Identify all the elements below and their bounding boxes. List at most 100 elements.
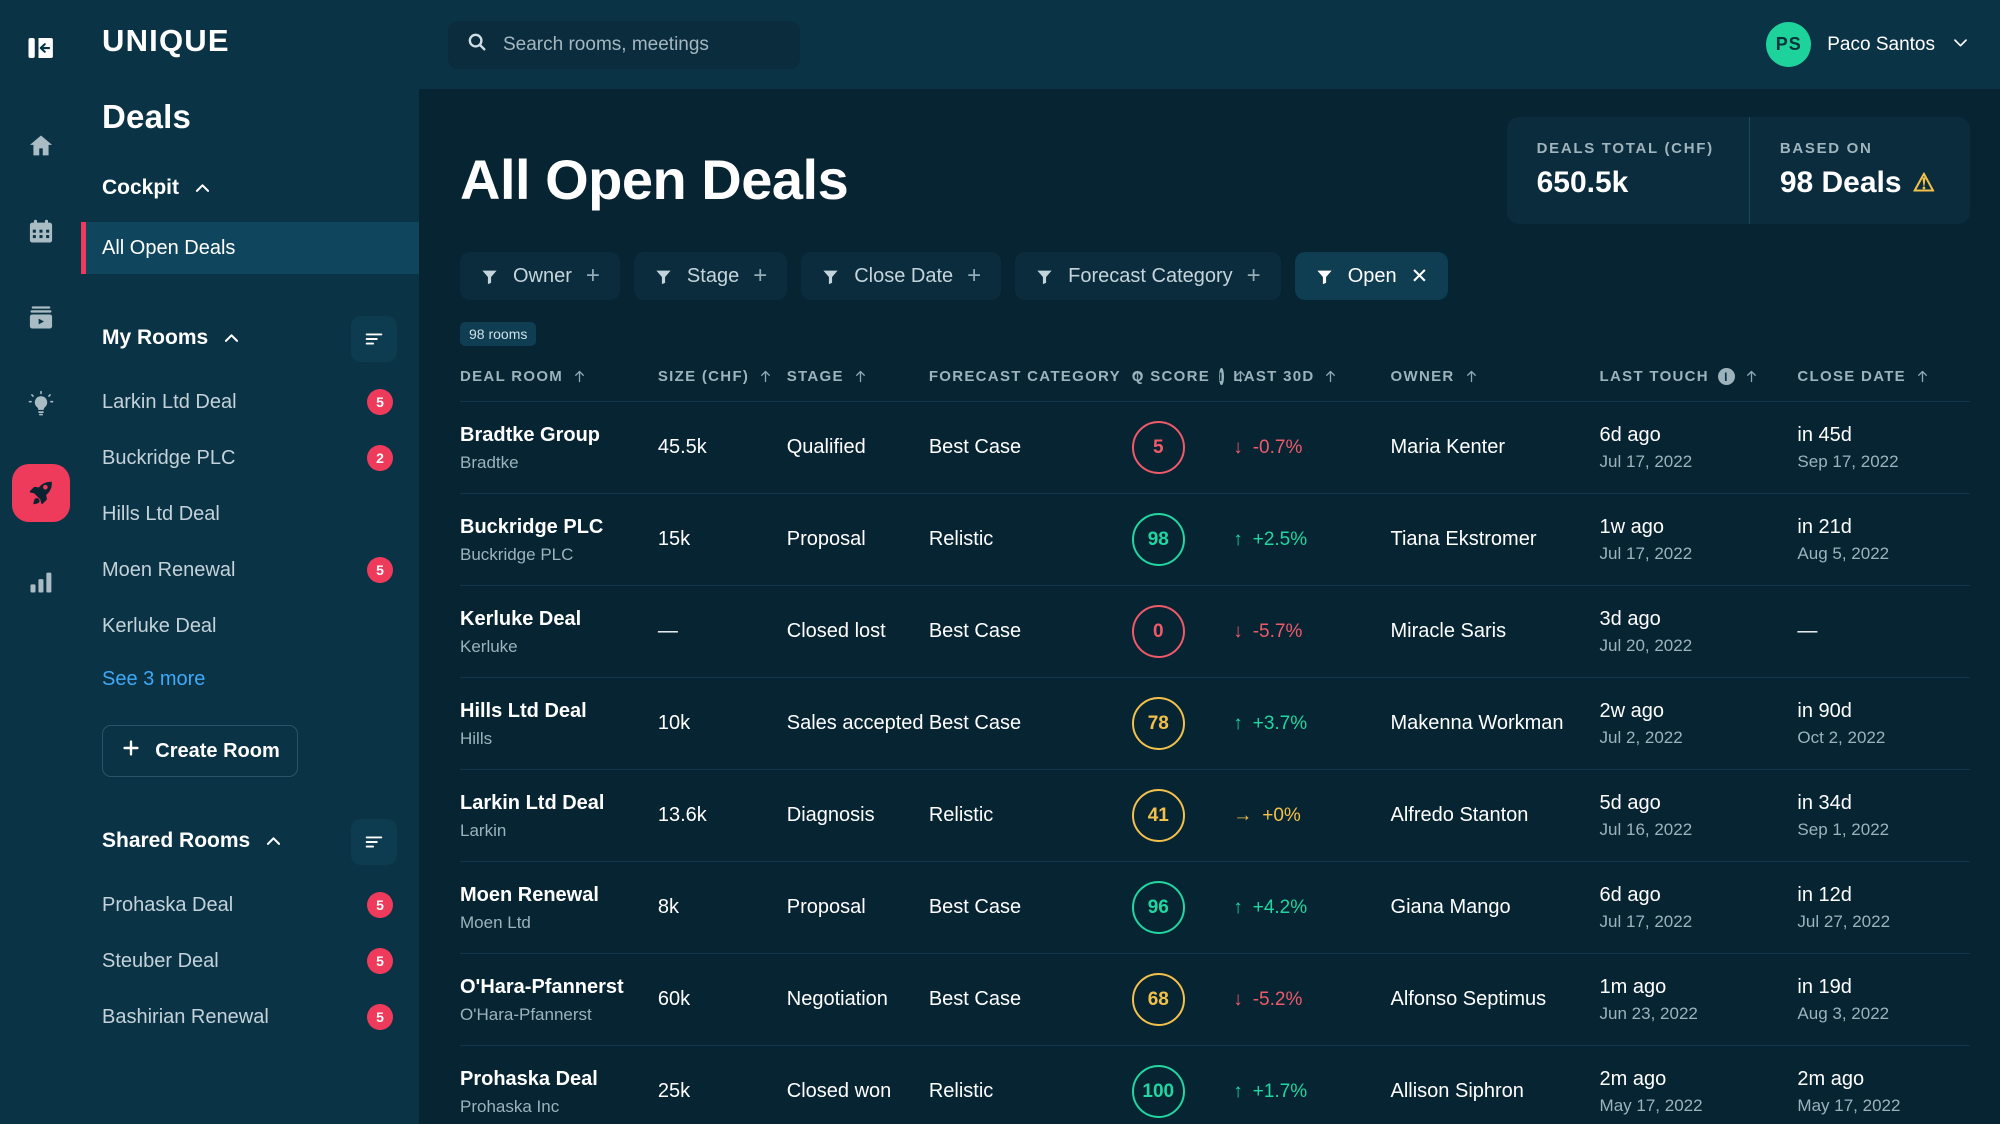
- plus-icon[interactable]: +: [1247, 264, 1261, 288]
- table-row[interactable]: Kerluke DealKerluke—Closed lostBest Case…: [460, 586, 1970, 678]
- column-header-deal-room[interactable]: DEAL ROOM: [460, 358, 658, 402]
- table-row[interactable]: Prohaska DealProhaska Inc25kClosed wonRe…: [460, 1046, 1970, 1124]
- unread-badge: 5: [367, 948, 393, 974]
- column-header-stage[interactable]: STAGE: [787, 358, 929, 402]
- sort-arrow-icon[interactable]: [758, 369, 773, 384]
- cell-owner: Giana Mango: [1391, 862, 1600, 954]
- filter-chip-forecast-category[interactable]: Forecast Category+: [1015, 252, 1281, 300]
- last-touch-date: Jul 16, 2022: [1600, 820, 1798, 840]
- sidebar-item-all-open-deals[interactable]: All Open Deals: [81, 222, 419, 274]
- shared-room-item[interactable]: Steuber Deal5: [81, 933, 419, 989]
- cell-last-30d: →+0%: [1233, 770, 1390, 862]
- close-icon[interactable]: ✕: [1411, 266, 1429, 287]
- see-more-rooms-link[interactable]: See 3 more: [81, 654, 419, 691]
- filter-chip-stage[interactable]: Stage+: [634, 252, 787, 300]
- last-touch-relative: 1w ago: [1600, 516, 1798, 539]
- table-row[interactable]: Bradtke GroupBradtke45.5kQualifiedBest C…: [460, 402, 1970, 494]
- table-row[interactable]: Larkin Ltd DealLarkin13.6kDiagnosisRelis…: [460, 770, 1970, 862]
- table-row[interactable]: Moen RenewalMoen Ltd8kProposalBest Case9…: [460, 862, 1970, 954]
- close-date-relative: —: [1797, 620, 1970, 643]
- last-touch-relative: 6d ago: [1600, 884, 1798, 907]
- cell-deal-room: Buckridge PLCBuckridge PLC: [460, 494, 658, 586]
- sort-arrow-icon[interactable]: [1744, 369, 1759, 384]
- column-header-close-date[interactable]: CLOSE DATE: [1797, 358, 1970, 402]
- insights-lightbulb-icon[interactable]: [15, 378, 67, 430]
- cell-last-30d: ↓-0.7%: [1233, 402, 1390, 494]
- trend-down-arrow-icon: ↓: [1233, 621, 1243, 643]
- my-room-item[interactable]: Kerluke Deal: [81, 598, 419, 654]
- filter-chip-open[interactable]: Open✕: [1295, 252, 1449, 300]
- column-header-q-score[interactable]: Q SCOREi: [1132, 358, 1233, 402]
- plus-icon[interactable]: +: [753, 264, 767, 288]
- collapse-panel-icon[interactable]: [15, 22, 67, 74]
- trend-indicator: ↓-5.2%: [1233, 989, 1390, 1011]
- deal-room-name: O'Hara-Pfannerst: [460, 975, 658, 1000]
- home-icon[interactable]: [15, 120, 67, 172]
- unread-badge: 5: [367, 389, 393, 415]
- my-room-item[interactable]: Moen Renewal5: [81, 542, 419, 598]
- sort-arrow-icon[interactable]: [1464, 369, 1479, 384]
- sort-arrow-icon[interactable]: [572, 369, 587, 384]
- unread-badge: 5: [367, 557, 393, 583]
- filter-chip-close-date[interactable]: Close Date+: [801, 252, 1001, 300]
- my-room-item[interactable]: Hills Ltd Deal: [81, 486, 419, 542]
- deals-table: DEAL ROOMSIZE (CHF)STAGEFORECAST CATEGOR…: [460, 358, 1970, 1124]
- room-label: Prohaska Deal: [102, 894, 367, 917]
- cell-close-date: in 19dAug 3, 2022: [1797, 954, 1970, 1046]
- search-input[interactable]: Search rooms, meetings: [448, 21, 800, 69]
- cockpit-section-header[interactable]: Cockpit: [81, 136, 419, 200]
- deal-forecast-category: Relistic: [929, 1080, 1132, 1103]
- table-row[interactable]: O'Hara-PfannerstO'Hara-Pfannerst60kNegot…: [460, 954, 1970, 1046]
- shared-room-item[interactable]: Prohaska Deal5: [81, 877, 419, 933]
- brand-logo: UNIQUE: [81, 0, 419, 56]
- close-date-relative: in 19d: [1797, 976, 1970, 999]
- plus-icon[interactable]: +: [586, 264, 600, 288]
- column-header-label: FORECAST CATEGORY: [929, 368, 1121, 385]
- cell-q-score: 41: [1132, 770, 1233, 862]
- sort-arrow-icon[interactable]: [853, 369, 868, 384]
- my-room-item[interactable]: Larkin Ltd Deal5: [81, 374, 419, 430]
- filter-chip-owner[interactable]: Owner+: [460, 252, 620, 300]
- funnel-icon: [1035, 267, 1054, 286]
- cell-last-touch: 1m agoJun 23, 2022: [1600, 954, 1798, 1046]
- my-room-item[interactable]: Buckridge PLC2: [81, 430, 419, 486]
- room-label: Larkin Ltd Deal: [102, 391, 367, 414]
- analytics-bar-chart-icon[interactable]: [15, 556, 67, 608]
- my-rooms-section-header[interactable]: My Rooms: [81, 274, 419, 362]
- shared-rooms-sort-button[interactable]: [351, 819, 397, 865]
- shared-rooms-section-header[interactable]: Shared Rooms: [81, 777, 419, 865]
- my-rooms-sort-button[interactable]: [351, 316, 397, 362]
- my-rooms-list: Larkin Ltd Deal5Buckridge PLC2Hills Ltd …: [81, 362, 419, 654]
- column-header-forecast-category[interactable]: FORECAST CATEGORY: [929, 358, 1132, 402]
- trend-up-arrow-icon: ↑: [1233, 1081, 1243, 1103]
- create-room-button[interactable]: Create Room: [102, 725, 298, 777]
- q-score-badge: 100: [1132, 1065, 1185, 1118]
- last-touch-relative: 1m ago: [1600, 976, 1798, 999]
- info-icon[interactable]: i: [1718, 368, 1735, 385]
- deal-room-name: Buckridge PLC: [460, 515, 658, 540]
- media-library-icon[interactable]: [15, 292, 67, 344]
- sort-arrow-icon[interactable]: [1915, 369, 1930, 384]
- column-header-last-touch[interactable]: LAST TOUCHi: [1600, 358, 1798, 402]
- shared-room-item[interactable]: Bashirian Renewal5: [81, 989, 419, 1045]
- sort-arrow-icon[interactable]: [1323, 369, 1338, 384]
- cell-deal-room: Bradtke GroupBradtke: [460, 402, 658, 494]
- plus-icon[interactable]: +: [967, 264, 981, 288]
- user-profile-menu[interactable]: PS Paco Santos: [1766, 22, 1970, 67]
- cell-deal-room: Kerluke DealKerluke: [460, 586, 658, 678]
- table-row[interactable]: Hills Ltd DealHills10kSales acceptedBest…: [460, 678, 1970, 770]
- calendar-icon[interactable]: [15, 206, 67, 258]
- room-label: Steuber Deal: [102, 950, 367, 973]
- table-row[interactable]: Buckridge PLCBuckridge PLC15kProposalRel…: [460, 494, 1970, 586]
- info-icon[interactable]: i: [1219, 368, 1224, 385]
- q-score-badge: 78: [1132, 697, 1185, 750]
- last-touch-date: Jul 20, 2022: [1600, 636, 1798, 656]
- deal-size: 8k: [658, 896, 787, 919]
- cell-close-date: in 12dJul 27, 2022: [1797, 862, 1970, 954]
- rocket-deals-icon[interactable]: [12, 464, 70, 522]
- column-header-size-chf[interactable]: SIZE (CHF): [658, 358, 787, 402]
- column-header-owner[interactable]: OWNER: [1391, 358, 1600, 402]
- sidebar: UNIQUE Deals Cockpit All Open Deals My R…: [81, 0, 419, 1124]
- column-header-last-30d[interactable]: LAST 30D: [1233, 358, 1390, 402]
- deals-table-wrapper: DEAL ROOMSIZE (CHF)STAGEFORECAST CATEGOR…: [419, 358, 2000, 1124]
